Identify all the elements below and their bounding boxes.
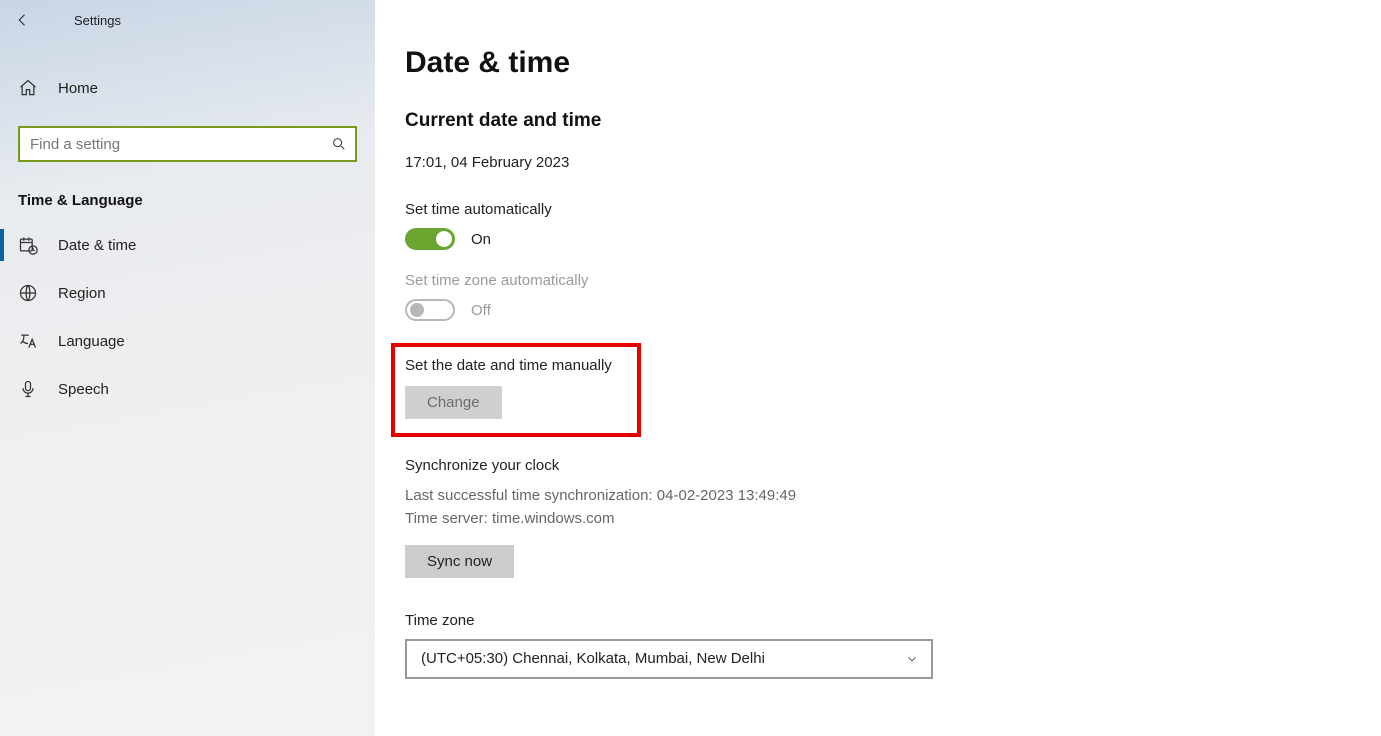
sidebar-item-speech[interactable]: Speech bbox=[0, 365, 375, 413]
set-time-auto-label: Set time automatically bbox=[405, 201, 1341, 218]
manual-highlight-box: Set the date and time manually Change bbox=[391, 343, 641, 437]
search-icon bbox=[331, 136, 347, 152]
search-input[interactable] bbox=[30, 136, 331, 153]
set-time-auto-toggle[interactable] bbox=[405, 228, 455, 250]
current-date-time-value: 17:01, 04 February 2023 bbox=[405, 154, 1341, 171]
set-time-auto-block: Set time automatically On bbox=[405, 201, 1341, 250]
sidebar-item-region[interactable]: Region bbox=[0, 269, 375, 317]
language-icon bbox=[18, 331, 38, 351]
globe-icon bbox=[18, 283, 38, 303]
sync-title: Synchronize your clock bbox=[405, 457, 1341, 474]
set-timezone-auto-state: Off bbox=[471, 302, 491, 319]
page-title: Date & time bbox=[405, 46, 1341, 80]
set-manual-label: Set the date and time manually bbox=[405, 357, 627, 374]
titlebar: Settings bbox=[0, 0, 375, 40]
sync-info: Last successful time synchronization: 04… bbox=[405, 484, 1341, 531]
set-timezone-auto-block: Set time zone automatically Off bbox=[405, 272, 1341, 321]
back-icon[interactable] bbox=[14, 11, 32, 29]
current-date-time-title: Current date and time bbox=[405, 110, 1341, 132]
chevron-down-icon bbox=[905, 652, 919, 666]
set-time-auto-state: On bbox=[471, 231, 491, 248]
microphone-icon bbox=[18, 379, 38, 399]
home-icon bbox=[18, 78, 38, 98]
timezone-value: (UTC+05:30) Chennai, Kolkata, Mumbai, Ne… bbox=[421, 650, 765, 667]
sidebar-item-date-time[interactable]: Date & time bbox=[0, 221, 375, 269]
sync-block: Synchronize your clock Last successful t… bbox=[405, 457, 1341, 578]
sidebar-item-label: Date & time bbox=[58, 237, 136, 254]
sync-server-label: Time server: bbox=[405, 510, 488, 527]
sidebar-item-label: Region bbox=[58, 285, 106, 302]
calendar-clock-icon bbox=[18, 235, 38, 255]
search-box[interactable] bbox=[18, 126, 357, 162]
main-content: Date & time Current date and time 17:01,… bbox=[375, 0, 1381, 736]
sync-now-button[interactable]: Sync now bbox=[405, 545, 514, 578]
sidebar-item-label: Speech bbox=[58, 381, 109, 398]
sidebar: Settings Home Time & Language Date & tim… bbox=[0, 0, 375, 736]
sidebar-item-language[interactable]: Language bbox=[0, 317, 375, 365]
set-timezone-auto-label: Set time zone automatically bbox=[405, 272, 1341, 289]
home-label: Home bbox=[58, 80, 98, 97]
sidebar-category: Time & Language bbox=[18, 192, 375, 209]
timezone-label: Time zone bbox=[405, 612, 1341, 629]
timezone-dropdown[interactable]: (UTC+05:30) Chennai, Kolkata, Mumbai, Ne… bbox=[405, 639, 933, 679]
set-timezone-auto-toggle bbox=[405, 299, 455, 321]
sync-last-value: 04-02-2023 13:49:49 bbox=[657, 487, 796, 504]
change-button[interactable]: Change bbox=[405, 386, 502, 419]
sync-last-label: Last successful time synchronization: bbox=[405, 487, 653, 504]
sidebar-home[interactable]: Home bbox=[0, 68, 375, 108]
sidebar-item-label: Language bbox=[58, 333, 125, 350]
app-title: Settings bbox=[74, 13, 121, 28]
sync-server-value: time.windows.com bbox=[492, 510, 615, 527]
